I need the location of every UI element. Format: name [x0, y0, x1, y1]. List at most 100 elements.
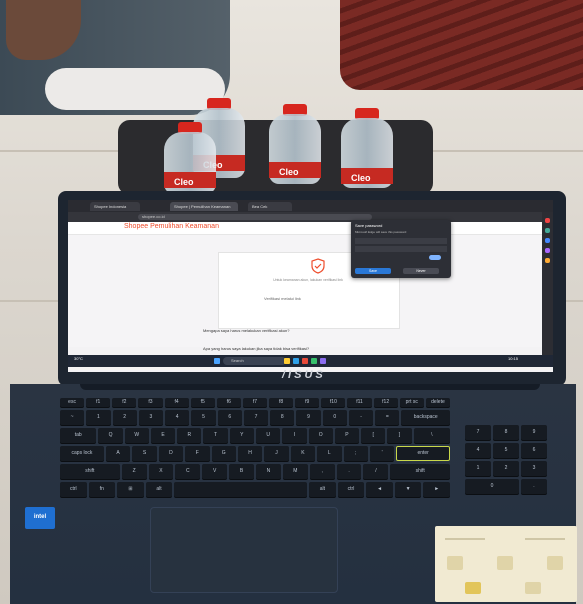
- key[interactable]: G: [211, 446, 236, 461]
- numpad-key[interactable]: 3: [521, 461, 547, 476]
- key[interactable]: S: [132, 446, 157, 461]
- username-field[interactable]: [355, 238, 447, 244]
- chrome-icon[interactable]: [302, 358, 308, 364]
- key[interactable]: N: [256, 464, 281, 479]
- key[interactable]: K: [290, 446, 316, 461]
- key[interactable]: 9: [296, 410, 321, 425]
- key[interactable]: U: [256, 428, 281, 443]
- key[interactable]: P: [334, 428, 360, 443]
- weather-widget[interactable]: 30°C: [74, 356, 83, 361]
- edge-icon[interactable]: [293, 358, 299, 364]
- browser-tab-active[interactable]: Shopee | Pemulihan Keamanan: [170, 202, 238, 211]
- key[interactable]: A: [105, 446, 131, 461]
- key[interactable]: 8: [270, 410, 295, 425]
- start-icon[interactable]: [214, 358, 220, 364]
- key[interactable]: ]: [387, 428, 412, 443]
- password-field[interactable]: [355, 246, 447, 252]
- key[interactable]: tab: [60, 428, 97, 443]
- key[interactable]: J: [264, 446, 289, 461]
- key[interactable]: backspace: [401, 410, 450, 425]
- numpad-key[interactable]: 9: [521, 425, 547, 440]
- numpad-key[interactable]: 1: [465, 461, 491, 476]
- verify-link[interactable]: Verifikasi melalui link: [264, 296, 301, 301]
- key[interactable]: f1: [86, 398, 111, 407]
- never-button[interactable]: Never: [403, 268, 439, 274]
- key[interactable]: prt sc: [399, 398, 424, 407]
- key[interactable]: 1: [86, 410, 111, 425]
- key[interactable]: ~: [60, 410, 85, 425]
- key[interactable]: f7: [242, 398, 268, 407]
- save-button[interactable]: Save: [355, 268, 391, 274]
- key[interactable]: W: [124, 428, 149, 443]
- key[interactable]: 0: [322, 410, 347, 425]
- app-icon[interactable]: [320, 358, 326, 364]
- key[interactable]: 3: [138, 410, 164, 425]
- touchpad[interactable]: [150, 507, 338, 593]
- numpad-key[interactable]: 0: [465, 479, 519, 494]
- taskbar-search[interactable]: Search: [223, 357, 286, 365]
- key[interactable]: D: [158, 446, 184, 461]
- key[interactable]: 6: [217, 410, 242, 425]
- numpad-key[interactable]: 6: [521, 443, 547, 458]
- key[interactable]: f9: [295, 398, 320, 407]
- key[interactable]: C: [175, 464, 201, 479]
- key[interactable]: F: [185, 446, 210, 461]
- browser-tab[interactable]: Bea Cek: [248, 202, 292, 211]
- key[interactable]: shift: [60, 464, 120, 479]
- explorer-icon[interactable]: [284, 358, 290, 364]
- key[interactable]: Y: [229, 428, 254, 443]
- sync-toggle[interactable]: [429, 255, 441, 260]
- key[interactable]: -: [348, 410, 374, 425]
- key[interactable]: R: [177, 428, 202, 443]
- key[interactable]: f6: [216, 398, 241, 407]
- key[interactable]: ;: [343, 446, 368, 461]
- key[interactable]: fn: [88, 482, 116, 497]
- key[interactable]: ctrl: [337, 482, 365, 497]
- key[interactable]: f8: [269, 398, 294, 407]
- key[interactable]: f5: [190, 398, 215, 407]
- key[interactable]: B: [229, 464, 254, 479]
- key[interactable]: 7: [243, 410, 269, 425]
- key[interactable]: I: [282, 428, 307, 443]
- key[interactable]: =: [375, 410, 400, 425]
- key[interactable]: f2: [112, 398, 137, 407]
- key[interactable]: esc: [60, 398, 85, 407]
- key[interactable]: H: [237, 446, 263, 461]
- key[interactable]: Q: [98, 428, 123, 443]
- key[interactable]: .: [336, 464, 362, 479]
- sidebar-app-icon[interactable]: [545, 258, 550, 263]
- numpad-key[interactable]: 7: [465, 425, 491, 440]
- key[interactable]: f3: [138, 398, 163, 407]
- sidebar-app-icon[interactable]: [545, 238, 550, 243]
- key[interactable]: enter: [396, 446, 450, 461]
- key[interactable]: ►: [423, 482, 450, 497]
- faq-item[interactable]: Apa yang harus saya lakukan jika saya ti…: [203, 346, 309, 351]
- key[interactable]: f4: [164, 398, 189, 407]
- key[interactable]: shift: [390, 464, 450, 479]
- key[interactable]: [: [361, 428, 386, 443]
- key[interactable]: ◄: [366, 482, 393, 497]
- key[interactable]: \: [413, 428, 450, 443]
- key[interactable]: alt: [145, 482, 173, 497]
- key[interactable]: M: [282, 464, 308, 479]
- key[interactable]: f11: [347, 398, 372, 407]
- key[interactable]: ⊞: [117, 482, 144, 497]
- key[interactable]: 4: [165, 410, 190, 425]
- key[interactable]: alt: [309, 482, 336, 497]
- key[interactable]: delete: [425, 398, 450, 407]
- sidebar-app-icon[interactable]: [545, 248, 550, 253]
- sidebar-app-icon[interactable]: [545, 228, 550, 233]
- address-bar[interactable]: shopee.co.id: [138, 214, 372, 220]
- key[interactable]: O: [308, 428, 333, 443]
- key[interactable]: T: [203, 428, 228, 443]
- key[interactable]: f12: [373, 398, 398, 407]
- key[interactable]: caps lock: [60, 446, 104, 461]
- key[interactable]: /: [363, 464, 389, 479]
- key[interactable]: ,: [309, 464, 335, 479]
- numpad-key[interactable]: 2: [493, 461, 519, 476]
- key[interactable]: ': [369, 446, 395, 461]
- key[interactable]: V: [202, 464, 228, 479]
- key[interactable]: ctrl: [60, 482, 87, 497]
- numpad-key[interactable]: 4: [465, 443, 491, 458]
- key[interactable]: 5: [191, 410, 216, 425]
